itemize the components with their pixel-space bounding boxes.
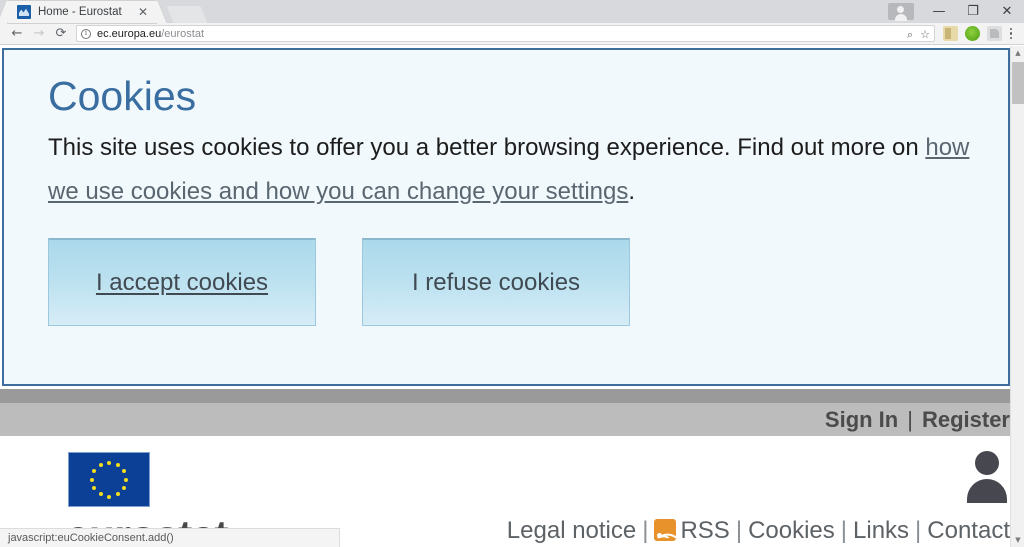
page-scrollbar[interactable]: ▲ ▼ (1010, 46, 1024, 547)
browser-tab[interactable]: Home - Eurostat ✕ (8, 1, 156, 23)
eu-flag-star (115, 462, 120, 467)
eu-flag-star (107, 460, 111, 465)
address-bar[interactable]: ec.europa.eu/eurostat ⌕ ☆ (76, 25, 935, 42)
eu-flag-star (92, 469, 97, 473)
status-bar: javascript:euCookieConsent.add() (0, 528, 340, 547)
account-bar: Sign In | Register (825, 406, 1010, 434)
eu-flag-star (107, 494, 111, 499)
footer-link-links[interactable]: Links (853, 517, 909, 544)
eu-flag-star (98, 462, 103, 467)
eu-flag-star (121, 469, 126, 473)
cookie-text-after: . (628, 178, 636, 206)
accept-cookies-button[interactable]: I accept cookies (48, 238, 316, 327)
omnibox-actions: ⌕ ☆ (907, 26, 930, 43)
scroll-down-arrow-icon[interactable]: ▼ (1011, 533, 1024, 547)
site-info-icon[interactable] (81, 28, 91, 39)
footer-separator: | (735, 517, 743, 544)
browser-window: Home - Eurostat ✕ — ❐ ✕ ← → ⟳ ec.europa.… (0, 0, 1024, 547)
pdf-extension-icon[interactable] (987, 26, 1002, 41)
notes-extension-icon[interactable] (943, 26, 958, 41)
eu-flag-star (115, 492, 120, 497)
maximize-button[interactable]: ❐ (956, 0, 990, 23)
reload-button[interactable]: ⟳ (50, 24, 72, 44)
tab-strip: Home - Eurostat ✕ — ❐ ✕ (0, 0, 1024, 23)
eu-flag-star (121, 486, 126, 490)
url-text: ec.europa.eu/eurostat (97, 28, 204, 40)
accept-cookies-label: I accept cookies (95, 268, 269, 296)
scroll-up-arrow-icon[interactable]: ▲ (1011, 46, 1024, 60)
footer-links: Legal notice | RSS | Cookies | Links | Contact (410, 514, 1010, 547)
url-path: /eurostat (161, 27, 205, 40)
kebab-menu-icon[interactable] (1004, 26, 1018, 42)
footer-link-rss[interactable]: RSS (680, 517, 729, 544)
register-link[interactable]: Register (922, 407, 1010, 433)
cookie-text-before: This site uses cookies to offer you a be… (48, 134, 926, 161)
user-avatar-icon[interactable] (964, 451, 1010, 503)
green-extension-icon[interactable] (965, 26, 980, 41)
eu-flag-star (98, 492, 103, 497)
scrollbar-thumb[interactable] (1012, 62, 1024, 104)
page-title: Cookies (48, 73, 197, 119)
extension-icons (939, 26, 1002, 41)
rss-icon[interactable] (654, 519, 679, 547)
minimize-button[interactable]: — (922, 0, 956, 23)
close-icon[interactable]: ✕ (136, 6, 150, 18)
sign-in-link[interactable]: Sign In (825, 407, 898, 433)
bookmark-star-icon[interactable]: ☆ (920, 28, 930, 41)
cookie-consent-banner: Cookies This site uses cookies to offer … (2, 48, 1010, 386)
zoom-icon[interactable]: ⌕ (907, 28, 913, 42)
back-button[interactable]: ← (6, 24, 28, 44)
avatar-head (975, 451, 999, 475)
window-controls: — ❐ ✕ (888, 0, 1024, 23)
footer-dark-strip (0, 389, 1010, 403)
tab-title: Home - Eurostat (38, 6, 122, 18)
cookie-button-row: I accept cookies I refuse cookies (48, 238, 978, 327)
eurostat-favicon (17, 5, 31, 19)
european-union-flag (68, 452, 150, 507)
forward-button[interactable]: → (28, 24, 50, 44)
profile-avatar-icon[interactable] (888, 3, 914, 21)
footer-separator: | (642, 517, 649, 544)
refuse-cookies-label: I refuse cookies (411, 268, 581, 296)
refuse-cookies-button[interactable]: I refuse cookies (362, 238, 630, 327)
cookie-description: This site uses cookies to offer you a be… (48, 126, 978, 214)
browser-toolbar: ← → ⟳ ec.europa.eu/eurostat ⌕ ☆ (0, 23, 1024, 45)
eu-flag-star (92, 486, 97, 490)
close-window-button[interactable]: ✕ (990, 0, 1024, 23)
eu-flag-star (124, 477, 128, 482)
footer-separator: | (840, 517, 848, 544)
avatar-body (967, 479, 1007, 503)
footer-link-cookies[interactable]: Cookies (748, 517, 835, 544)
eu-flag-star (90, 477, 94, 482)
footer-link-contact[interactable]: Contact (927, 517, 1010, 544)
footer-separator: | (915, 517, 922, 544)
page-viewport: Cookies This site uses cookies to offer … (0, 46, 1024, 547)
footer-link-legal-notice[interactable]: Legal notice (507, 517, 636, 544)
url-host: ec.europa.eu (97, 27, 162, 40)
account-separator: | (907, 407, 913, 432)
status-bar-text: javascript:euCookieConsent.add() (8, 532, 174, 544)
new-tab-button[interactable] (166, 6, 208, 23)
